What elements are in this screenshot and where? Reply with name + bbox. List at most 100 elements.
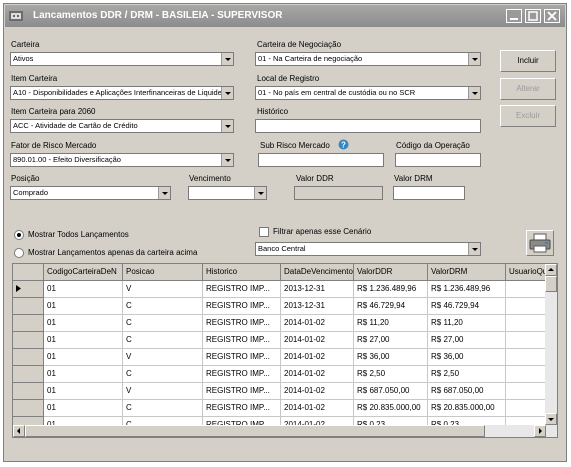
table-cell[interactable]: REGISTRO IMP... bbox=[203, 400, 281, 417]
mostrar-todos-radio[interactable] bbox=[14, 230, 24, 240]
scroll-right-icon[interactable] bbox=[534, 425, 546, 437]
row-selector[interactable] bbox=[13, 349, 44, 366]
chevron-down-icon[interactable] bbox=[468, 87, 480, 99]
column-header[interactable]: DataDeVencimento bbox=[281, 264, 354, 281]
excluir-button[interactable]: Excluir bbox=[500, 105, 556, 127]
carteira-select[interactable]: Ativos bbox=[10, 52, 234, 66]
alterar-button[interactable]: Alterar bbox=[500, 78, 556, 100]
table-cell[interactable]: C bbox=[123, 366, 203, 383]
local-registro-select[interactable]: 01 - No país em central de custódia ou n… bbox=[255, 86, 481, 100]
table-cell[interactable]: R$ 11,20 bbox=[354, 315, 428, 332]
table-cell[interactable]: R$ 46.729,94 bbox=[354, 298, 428, 315]
table-cell[interactable]: R$ 687.050,00 bbox=[354, 383, 428, 400]
table-cell[interactable]: REGISTRO IMP... bbox=[203, 366, 281, 383]
minimize-button[interactable] bbox=[506, 9, 522, 23]
table-cell[interactable]: R$ 2,50 bbox=[354, 366, 428, 383]
table-row[interactable]: 01 V REGISTRO IMP... 2013-12-31 R$ 1.236.489… bbox=[13, 281, 556, 298]
historico-field[interactable] bbox=[255, 119, 481, 133]
row-selector[interactable] bbox=[13, 366, 44, 383]
table-cell[interactable]: C bbox=[123, 400, 203, 417]
table-cell[interactable]: R$ 20.835.000,00 bbox=[428, 400, 506, 417]
table-cell[interactable]: 01 bbox=[44, 281, 123, 298]
column-header[interactable]: ValorDDR bbox=[354, 264, 428, 281]
scroll-down-icon[interactable] bbox=[545, 413, 557, 425]
table-cell[interactable]: C bbox=[123, 332, 203, 349]
chevron-down-icon[interactable] bbox=[468, 243, 480, 255]
vertical-scrollbar[interactable] bbox=[545, 264, 557, 437]
chevron-down-icon[interactable] bbox=[468, 53, 480, 65]
column-header[interactable]: Posicao bbox=[123, 264, 203, 281]
table-row[interactable]: 01 C REGISTRO IMP... 2014-01-02 R$ 11,20 R$ 1… bbox=[13, 315, 556, 332]
table-cell[interactable]: REGISTRO IMP... bbox=[203, 298, 281, 315]
row-selector[interactable] bbox=[13, 281, 44, 298]
mostrar-carteira-radio[interactable] bbox=[14, 248, 24, 258]
table-cell[interactable]: R$ 11,20 bbox=[428, 315, 506, 332]
fator-risco-select[interactable]: 890.01.00 - Efeito Diversificação bbox=[10, 153, 234, 167]
table-cell[interactable]: R$ 687.050,00 bbox=[428, 383, 506, 400]
table-row[interactable]: 01 C REGISTRO IMP... 2014-01-02 R$ 20.835.00… bbox=[13, 400, 556, 417]
table-cell[interactable]: 01 bbox=[44, 366, 123, 383]
table-cell[interactable]: 2013-12-31 bbox=[281, 298, 354, 315]
row-selector[interactable] bbox=[13, 315, 44, 332]
table-cell[interactable]: REGISTRO IMP... bbox=[203, 281, 281, 298]
table-cell[interactable]: R$ 36,00 bbox=[354, 349, 428, 366]
chevron-down-icon[interactable] bbox=[221, 120, 233, 132]
column-header[interactable]: Historico bbox=[203, 264, 281, 281]
table-cell[interactable]: 2014-01-02 bbox=[281, 383, 354, 400]
filtrar-cenario-label[interactable]: Filtrar apenas esse Cenário bbox=[273, 227, 371, 236]
table-row[interactable]: 01 C REGISTRO IMP... 2014-01-02 R$ 2,50 R$ 2,… bbox=[13, 366, 556, 383]
table-cell[interactable]: 2014-01-02 bbox=[281, 349, 354, 366]
scroll-thumb[interactable] bbox=[545, 276, 557, 292]
chevron-down-icon[interactable] bbox=[254, 187, 266, 199]
row-selector[interactable] bbox=[13, 332, 44, 349]
table-cell[interactable]: C bbox=[123, 298, 203, 315]
lancamentos-grid[interactable]: CodigoCarteiraDeN Posicao Historico DataDeV… bbox=[12, 263, 558, 438]
table-cell[interactable]: C bbox=[123, 315, 203, 332]
chevron-down-icon[interactable] bbox=[221, 154, 233, 166]
print-button[interactable] bbox=[526, 230, 554, 256]
sub-risco-field[interactable] bbox=[258, 153, 384, 167]
table-cell[interactable]: REGISTRO IMP... bbox=[203, 332, 281, 349]
mostrar-carteira-label[interactable]: Mostrar Lançamentos apenas da carteira a… bbox=[28, 248, 197, 257]
table-cell[interactable]: 2013-12-31 bbox=[281, 281, 354, 298]
posicao-select[interactable]: Comprado bbox=[10, 186, 171, 200]
chevron-down-icon[interactable] bbox=[221, 87, 233, 99]
table-cell[interactable]: REGISTRO IMP... bbox=[203, 349, 281, 366]
incluir-button[interactable]: Incluir bbox=[500, 50, 556, 72]
column-header[interactable]: ValorDRM bbox=[428, 264, 506, 281]
item-carteira-2060-select[interactable]: ACC - Atividade de Cartão de Crédito bbox=[10, 119, 234, 133]
table-cell[interactable]: V bbox=[123, 349, 203, 366]
item-carteira-select[interactable]: A10 - Disponibilidades e Aplicações Inte… bbox=[10, 86, 234, 100]
table-cell[interactable]: R$ 27,00 bbox=[428, 332, 506, 349]
mostrar-todos-label[interactable]: Mostrar Todos Lançamentos bbox=[28, 230, 129, 239]
table-cell[interactable]: R$ 1.236.489,96 bbox=[354, 281, 428, 298]
scroll-up-icon[interactable] bbox=[545, 264, 557, 276]
table-cell[interactable]: V bbox=[123, 383, 203, 400]
table-cell[interactable]: 01 bbox=[44, 383, 123, 400]
vencimento-select[interactable] bbox=[188, 186, 267, 200]
table-cell[interactable]: REGISTRO IMP... bbox=[203, 315, 281, 332]
row-selector[interactable] bbox=[13, 298, 44, 315]
table-cell[interactable]: R$ 36,00 bbox=[428, 349, 506, 366]
table-cell[interactable]: 01 bbox=[44, 400, 123, 417]
cenario-select[interactable]: Banco Central bbox=[255, 242, 481, 256]
table-cell[interactable]: 2014-01-02 bbox=[281, 315, 354, 332]
row-selector[interactable] bbox=[13, 400, 44, 417]
chevron-down-icon[interactable] bbox=[158, 187, 170, 199]
hscroll-thumb[interactable] bbox=[25, 425, 485, 437]
help-icon[interactable]: ? bbox=[338, 139, 349, 150]
valor-drm-field[interactable] bbox=[393, 186, 465, 200]
table-cell[interactable]: 01 bbox=[44, 332, 123, 349]
table-cell[interactable]: 2014-01-02 bbox=[281, 332, 354, 349]
filtrar-cenario-checkbox[interactable] bbox=[259, 227, 269, 237]
column-header[interactable]: CodigoCarteiraDeN bbox=[44, 264, 123, 281]
table-cell[interactable]: 2014-01-02 bbox=[281, 400, 354, 417]
chevron-down-icon[interactable] bbox=[221, 53, 233, 65]
table-cell[interactable]: R$ 1.236.489,96 bbox=[428, 281, 506, 298]
scroll-left-icon[interactable] bbox=[13, 425, 25, 437]
table-cell[interactable]: 01 bbox=[44, 298, 123, 315]
table-cell[interactable]: REGISTRO IMP... bbox=[203, 383, 281, 400]
carteira-negociacao-select[interactable]: 01 - Na Carteira de negociação bbox=[255, 52, 481, 66]
table-row[interactable]: 01 C REGISTRO IMP... 2013-12-31 R$ 46.729,94… bbox=[13, 298, 556, 315]
row-selector[interactable] bbox=[13, 383, 44, 400]
